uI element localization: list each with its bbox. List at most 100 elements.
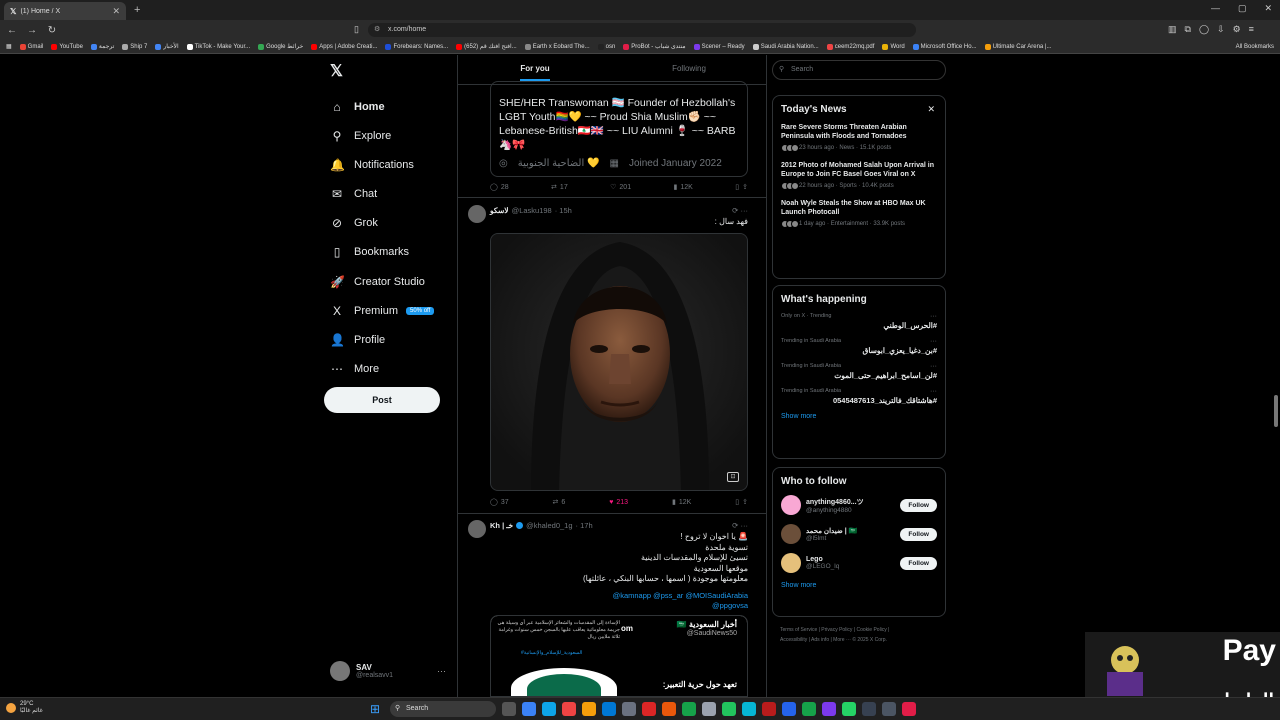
address-bar[interactable]: ⚙ x.com/home: [368, 23, 916, 37]
nav-item-creator-studio[interactable]: 🚀 Creator Studio: [330, 275, 425, 289]
excel-icon[interactable]: [682, 702, 696, 716]
more-options-icon[interactable]: ⟳ ···: [732, 206, 748, 215]
app-icon[interactable]: [882, 702, 896, 716]
site-info-icon[interactable]: ⚙: [374, 23, 380, 37]
nav-item-more[interactable]: ⋯ More: [330, 362, 379, 376]
follow-suggestion[interactable]: Lego @LEGO_lq Follow: [781, 553, 937, 573]
bookmark-item[interactable]: ceem22mq.pdf: [826, 43, 874, 50]
media-info-icon[interactable]: ⊡: [727, 472, 739, 482]
avatar[interactable]: [468, 520, 486, 538]
bookmark-item[interactable]: Gmail: [19, 43, 43, 50]
post-button[interactable]: Post: [324, 387, 440, 413]
bookmark-item[interactable]: Scener – Ready: [693, 43, 745, 50]
share-icon[interactable]: ⇪: [742, 498, 748, 506]
follow-button[interactable]: Follow: [900, 556, 937, 570]
widgets-icon[interactable]: [522, 702, 536, 716]
bookmark-item[interactable]: TikTok - Make Your...: [186, 43, 250, 50]
nav-item-bookmarks[interactable]: ▯ Bookmarks: [330, 245, 409, 259]
bookmark-button[interactable]: ▯ ⇪: [735, 183, 748, 191]
mention-link[interactable]: @kamnapp @pss_ar @MOISaudiArabia: [490, 591, 748, 601]
trend-item[interactable]: Trending in Saudi Arabia #لن_اسامح_ابراهي…: [781, 363, 937, 380]
more-options-icon[interactable]: ⟳ ···: [732, 521, 748, 530]
maximize-icon[interactable]: ▢: [1238, 3, 1247, 14]
news-item[interactable]: Noah Wyle Steals the Show at HBO Max UK …: [781, 199, 937, 228]
avatar[interactable]: [781, 553, 801, 573]
firefox-icon[interactable]: [662, 702, 676, 716]
bookmark-item[interactable]: Saudi Arabia Nation...: [752, 43, 819, 50]
mention-link[interactable]: @ppgovsa: [490, 601, 748, 611]
bookmark-item[interactable]: ProBot - منتدى شباب: [623, 43, 686, 50]
avatar[interactable]: [468, 205, 486, 223]
reply-button[interactable]: ◯ 28: [490, 183, 509, 192]
footer-line[interactable]: Terms of Service | Privacy Policy | Cook…: [780, 625, 940, 635]
xbox-icon[interactable]: [802, 702, 816, 716]
bookmark-item[interactable]: الأخبار: [155, 43, 179, 50]
taskbar-search[interactable]: ⚲ Search: [390, 701, 496, 717]
author-name[interactable]: لاسكو: [490, 206, 509, 215]
tweet-time[interactable]: · 15h: [555, 206, 572, 215]
avatar[interactable]: [781, 524, 801, 544]
reload-icon[interactable]: ↻: [44, 25, 60, 36]
more-icon[interactable]: ···: [437, 666, 446, 676]
more-icon[interactable]: ···: [930, 338, 937, 345]
tab-following[interactable]: Following: [612, 55, 766, 84]
trend-item[interactable]: Trending in Saudi Arabia #هاشتاقك_فالترين…: [781, 388, 937, 405]
all-bookmarks[interactable]: All Bookmarks: [1236, 44, 1274, 50]
follow-suggestion[interactable]: anything4860...ツ @anything4880 Follow: [781, 495, 937, 515]
embedded-image[interactable]: الإساءة إلى المقدسات والشعائر الإسلامية …: [490, 615, 748, 697]
search-input[interactable]: ⚲ Search: [772, 60, 946, 80]
close-tab-icon[interactable]: ✕: [112, 6, 120, 17]
app-icon[interactable]: [762, 702, 776, 716]
follow-button[interactable]: Follow: [900, 498, 937, 512]
close-window-icon[interactable]: ✕: [1264, 3, 1272, 14]
forward-icon[interactable]: →: [24, 25, 40, 36]
bookmark-item[interactable]: YouTube: [51, 43, 83, 50]
app-icon[interactable]: [822, 702, 836, 716]
whatsapp-icon[interactable]: [842, 702, 856, 716]
repost-button[interactable]: ⇄ 6: [553, 498, 566, 507]
outlook-icon[interactable]: [602, 702, 616, 716]
weather-widget[interactable]: 29°C غائم غالبًا: [6, 701, 43, 714]
like-button[interactable]: ♥ 213: [609, 498, 628, 506]
nav-item-chat[interactable]: ✉ Chat: [330, 187, 377, 201]
bookmark-item[interactable]: osn: [597, 43, 615, 50]
app-icon[interactable]: [642, 702, 656, 716]
bookmark-page-icon[interactable]: ▯: [354, 24, 359, 35]
bookmark-item[interactable]: Ship 7: [122, 43, 147, 50]
tab-for-you[interactable]: For you: [458, 55, 612, 84]
views-button[interactable]: ▮ 12K: [672, 498, 691, 507]
app-icon[interactable]: [702, 702, 716, 716]
reply-button[interactable]: ◯ 37: [490, 498, 509, 507]
show-more-link[interactable]: Show more: [781, 582, 937, 589]
bookmark-item[interactable]: (652) افتح افتك قم...: [456, 43, 517, 50]
task-view-icon[interactable]: [502, 702, 516, 716]
nav-item-grok[interactable]: ⊘ Grok: [330, 216, 378, 230]
x-logo-icon[interactable]: 𝕏: [330, 61, 343, 81]
app-icon[interactable]: [622, 702, 636, 716]
edge-icon[interactable]: [542, 702, 556, 716]
bookmark-item[interactable]: Google خرائط: [258, 43, 303, 50]
more-icon[interactable]: ···: [930, 363, 937, 370]
show-more-link[interactable]: Show more: [781, 413, 937, 420]
more-icon[interactable]: ···: [930, 388, 937, 395]
more-icon[interactable]: ···: [930, 313, 937, 320]
author-name[interactable]: Kh | خـ: [490, 521, 513, 530]
news-item[interactable]: Rare Severe Storms Threaten Arabian Peni…: [781, 123, 937, 152]
views-button[interactable]: ▮ 12K: [674, 183, 693, 192]
close-icon[interactable]: ✕: [927, 104, 935, 115]
bookmark-item[interactable]: Earth x Eobard The...: [524, 43, 590, 50]
avatar[interactable]: [781, 495, 801, 515]
bookmark-item[interactable]: Apps | Adobe Creati...: [311, 43, 377, 50]
quoted-profile-card[interactable]: SHE/HER Transwoman 🏳️‍⚧️ Founder of Hezb…: [490, 81, 748, 177]
file-explorer-icon[interactable]: [582, 702, 596, 716]
app-icon[interactable]: [742, 702, 756, 716]
bookmark-item[interactable]: Microsoft Office Ho...: [912, 43, 977, 50]
menu-icon[interactable]: ≡: [1249, 24, 1254, 35]
app-icon[interactable]: [562, 702, 576, 716]
bookmark-item[interactable]: Word: [882, 43, 905, 50]
nav-item-profile[interactable]: 👤 Profile: [330, 333, 385, 347]
new-tab-button[interactable]: +: [134, 4, 140, 16]
chat-icon[interactable]: ◯: [1199, 24, 1209, 35]
download-icon[interactable]: ⇩: [1217, 24, 1225, 35]
author-handle[interactable]: @Lasku198: [512, 206, 552, 215]
